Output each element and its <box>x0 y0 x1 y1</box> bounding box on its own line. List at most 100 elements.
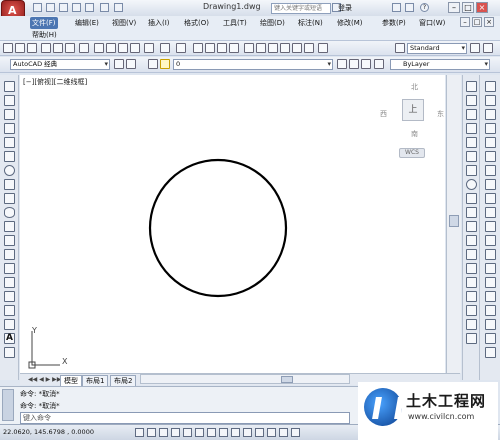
selection-cycling-icon[interactable] <box>291 428 300 437</box>
extend-icon[interactable] <box>485 221 496 232</box>
vertical-scrollbar[interactable] <box>446 75 461 373</box>
menu-view[interactable]: 视图(V) <box>110 17 138 29</box>
snap-3d-icon[interactable] <box>466 319 477 330</box>
text-style-dropdown[interactable]: Standard <box>407 43 467 54</box>
qat-new-icon[interactable] <box>33 3 42 12</box>
zoom-window-icon[interactable] <box>217 43 227 53</box>
snap-perpendicular-icon[interactable] <box>466 221 477 232</box>
snap-extension-icon[interactable] <box>466 165 477 176</box>
line-icon[interactable] <box>4 81 15 92</box>
polyline-icon[interactable] <box>4 109 15 120</box>
snap-endpoint-icon[interactable] <box>466 109 477 120</box>
paste-icon[interactable] <box>118 43 128 53</box>
drawn-circle[interactable] <box>148 158 288 298</box>
menu-modify[interactable]: 修改(M) <box>335 17 365 29</box>
snap-tangent-icon[interactable] <box>466 207 477 218</box>
block-editor-icon[interactable] <box>144 43 154 53</box>
undo-icon[interactable] <box>160 43 170 53</box>
snap-apparent-icon[interactable] <box>466 151 477 162</box>
tool-palettes-icon[interactable] <box>268 43 278 53</box>
move-icon[interactable] <box>485 151 496 162</box>
menu-format[interactable]: 格式(O) <box>182 17 211 29</box>
3d-object-snap-icon[interactable] <box>207 428 216 437</box>
break-icon[interactable] <box>485 249 496 260</box>
print-icon[interactable] <box>41 43 51 53</box>
chamfer-icon[interactable] <box>485 277 496 288</box>
snap-center-icon[interactable] <box>466 179 477 190</box>
construction-line-icon[interactable] <box>4 95 15 106</box>
workspace-settings-icon[interactable] <box>114 59 124 69</box>
doc-close-icon[interactable]: × <box>484 17 494 27</box>
make-current-icon[interactable] <box>337 59 347 69</box>
preview-icon[interactable] <box>53 43 63 53</box>
object-snap-tracking-icon[interactable] <box>219 428 228 437</box>
dim-style-icon[interactable] <box>470 43 480 53</box>
help-search-input[interactable]: 键入关键字或短语 <box>271 3 331 14</box>
rotate-icon[interactable] <box>485 165 496 176</box>
revision-cloud-icon[interactable] <box>4 179 15 190</box>
menu-window[interactable]: 窗口(W) <box>417 17 447 29</box>
viewcube[interactable]: 北 西 东 南 上 WCS <box>375 80 445 160</box>
insert-block-icon[interactable] <box>4 235 15 246</box>
table-style-icon[interactable] <box>483 43 493 53</box>
arc-icon[interactable] <box>4 151 15 162</box>
quick-properties-icon[interactable] <box>279 428 288 437</box>
match-properties-icon[interactable] <box>130 43 140 53</box>
blend-icon[interactable] <box>485 305 496 316</box>
doc-minimize-icon[interactable]: – <box>460 17 470 27</box>
dynamic-input-icon[interactable] <box>243 428 252 437</box>
viewcube-south[interactable]: 南 <box>411 129 418 139</box>
array-icon[interactable] <box>485 137 496 148</box>
snap-temp-icon[interactable] <box>466 81 477 92</box>
trim-icon[interactable] <box>485 207 496 218</box>
snap-insert-icon[interactable] <box>466 249 477 260</box>
copy-object-icon[interactable] <box>485 95 496 106</box>
copy-icon[interactable] <box>106 43 116 53</box>
3dprint-icon[interactable] <box>79 43 89 53</box>
design-center-icon[interactable] <box>256 43 266 53</box>
rectangle-icon[interactable] <box>4 137 15 148</box>
fillet-icon[interactable] <box>485 291 496 302</box>
ellipse-icon[interactable] <box>4 207 15 218</box>
doc-restore-icon[interactable]: □ <box>472 17 482 27</box>
mirror-icon[interactable] <box>485 109 496 120</box>
offset-icon[interactable] <box>485 123 496 134</box>
coordinate-readout[interactable]: 22.0620, 145.6798 , 0.0000 <box>3 428 94 436</box>
stretch-icon[interactable] <box>485 193 496 204</box>
color-dropdown[interactable]: ByLayer <box>390 59 490 70</box>
viewcube-east[interactable]: 东 <box>437 109 444 119</box>
tab-nav-arrows[interactable]: ◀◀ ◀ ▶ ▶▶ <box>28 376 61 383</box>
minimize-icon[interactable]: – <box>448 2 460 13</box>
wcs-menu-button[interactable]: WCS <box>399 148 425 158</box>
menu-draw[interactable]: 绘图(D) <box>258 17 287 29</box>
object-snap-icon[interactable] <box>195 428 204 437</box>
qat-open-icon[interactable] <box>46 3 55 12</box>
close-icon[interactable]: × <box>476 2 488 13</box>
menu-insert[interactable]: 插入(I) <box>146 17 172 29</box>
maximize-icon[interactable]: □ <box>462 2 474 13</box>
viewcube-north[interactable]: 北 <box>411 82 418 92</box>
add-selected-icon[interactable] <box>4 347 15 358</box>
snap-quadrant-icon[interactable] <box>466 193 477 204</box>
workspace-dropdown[interactable]: AutoCAD 经典 <box>10 59 110 70</box>
viewcube-top-face[interactable]: 上 <box>402 99 424 121</box>
workspace-gear-icon[interactable] <box>126 59 136 69</box>
snap-node-icon[interactable] <box>466 263 477 274</box>
polar-tracking-icon[interactable] <box>183 428 192 437</box>
horizontal-scrollbar[interactable] <box>140 374 350 384</box>
qat-saveas-icon[interactable] <box>72 3 81 12</box>
vertical-scroll-thumb[interactable] <box>449 215 459 227</box>
cut-icon[interactable] <box>94 43 104 53</box>
menu-file[interactable]: 文件(F) <box>30 17 58 29</box>
join-icon[interactable] <box>485 263 496 274</box>
viewcube-west[interactable]: 西 <box>380 109 387 119</box>
help-toolbar-icon[interactable] <box>318 43 328 53</box>
hatch-icon[interactable] <box>4 277 15 288</box>
transparency-icon[interactable] <box>267 428 276 437</box>
layer-properties-icon[interactable] <box>148 59 158 69</box>
snap-track-icon[interactable] <box>466 333 477 344</box>
ellipse-arc-icon[interactable] <box>4 221 15 232</box>
snap-intersection-icon[interactable] <box>466 137 477 148</box>
region-icon[interactable] <box>4 305 15 316</box>
snap-midpoint-icon[interactable] <box>466 123 477 134</box>
